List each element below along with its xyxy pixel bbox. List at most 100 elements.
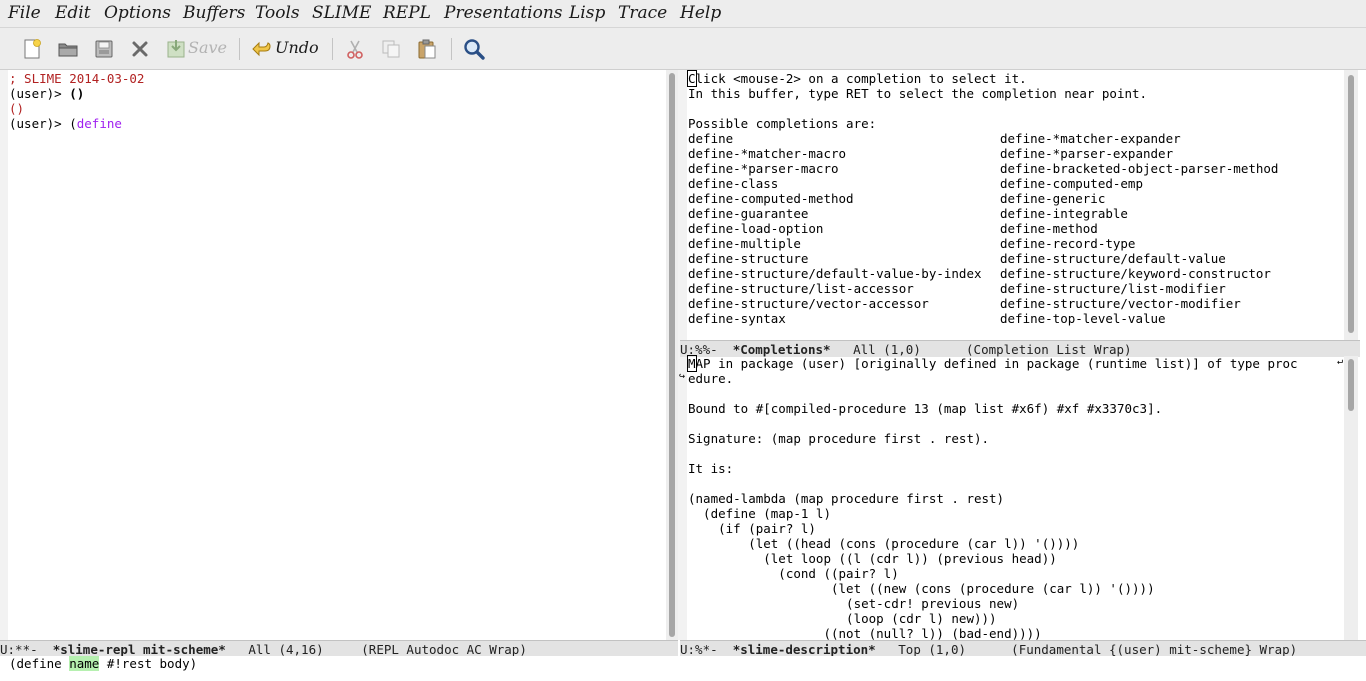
completion-item[interactable]: define-syntax: [688, 311, 1000, 326]
completion-row: define-structure define-structure/default…: [688, 251, 1338, 266]
modeline-modes[interactable]: (Completion List Wrap): [966, 342, 1132, 357]
completion-item[interactable]: define-multiple: [688, 236, 1000, 251]
completion-item[interactable]: define-structure/default-value: [1000, 251, 1226, 266]
modeline-buffer-name[interactable]: *slime-repl mit-scheme*: [53, 642, 226, 657]
completions-buffer[interactable]: Click <mouse-2> on a completion to selec…: [687, 70, 1338, 326]
completion-row: define-*parser-macro define-bracketed-obj…: [688, 161, 1338, 176]
save-icon: [167, 40, 185, 58]
repl-buffer[interactable]: ; SLIME 2014-03-02 (user)> () () (user)>…: [9, 71, 659, 131]
completions-scrollbar[interactable]: [1344, 70, 1358, 340]
completion-item[interactable]: define-structure/vector-accessor: [688, 296, 1000, 311]
code-line: (let ((new (cons (procedure (car l)) '()…: [688, 581, 1155, 596]
search-button[interactable]: [461, 36, 487, 62]
new-file-button[interactable]: [19, 36, 45, 62]
completion-item[interactable]: define-class: [688, 176, 1000, 191]
description-scrollbar-thumb[interactable]: [1348, 359, 1354, 411]
text-cursor: M: [687, 355, 697, 372]
autodoc-current-arg: name: [69, 656, 100, 671]
completion-item[interactable]: define-generic: [1000, 191, 1105, 206]
save-label[interactable]: Save: [188, 38, 227, 57]
completion-item[interactable]: define-structure/vector-modifier: [1000, 296, 1241, 311]
repl-result: (): [9, 101, 25, 116]
repl-banner: ; SLIME 2014-03-02: [9, 71, 145, 86]
completion-item[interactable]: define: [688, 131, 1000, 146]
save-button[interactable]: [163, 36, 189, 62]
completion-item[interactable]: define-*matcher-macro: [688, 146, 1000, 161]
completions-header: Click <mouse-2> on a completion to selec…: [687, 70, 1338, 87]
completion-item[interactable]: define-*parser-expander: [1000, 146, 1173, 161]
disk-icon: [95, 40, 113, 58]
completion-item[interactable]: define-top-level-value: [1000, 311, 1166, 326]
repl-input: (): [69, 86, 85, 101]
description-modeline[interactable]: U:%*- *slime-description* Top (1,0) (Fun…: [680, 640, 1366, 657]
completion-item[interactable]: define-bracketed-object-parser-method: [1000, 161, 1278, 176]
toolbar-separator: [239, 38, 240, 60]
copy-button[interactable]: [378, 36, 404, 62]
modeline-modes[interactable]: (Fundamental {(user) mit-scheme} Wrap): [1011, 642, 1297, 657]
repl-window[interactable]: [0, 70, 666, 640]
modeline-buffer-name[interactable]: *Completions*: [733, 342, 831, 357]
menu-slime[interactable]: SLIME: [312, 3, 371, 23]
completion-item[interactable]: define-load-option: [688, 221, 1000, 236]
code-line: (set-cdr! previous new): [688, 596, 1020, 611]
completion-item[interactable]: define-*parser-macro: [688, 161, 1000, 176]
close-buffer-button[interactable]: [127, 36, 153, 62]
modeline-buffer-name[interactable]: *slime-description*: [733, 642, 876, 657]
completions-scrollbar-thumb[interactable]: [1348, 75, 1354, 333]
menu-help[interactable]: Help: [680, 3, 721, 23]
completion-item[interactable]: define-guarantee: [688, 206, 1000, 221]
menu-repl[interactable]: REPL: [383, 3, 431, 23]
completion-item[interactable]: define-computed-emp: [1000, 176, 1143, 191]
autodoc-text: #!rest body): [99, 656, 198, 671]
completion-item[interactable]: define-structure/keyword-constructor: [1000, 266, 1271, 281]
completion-item[interactable]: define-structure/default-value-by-index: [688, 266, 1000, 281]
menu-buffers[interactable]: Buffers: [183, 3, 245, 23]
repl-scrollbar[interactable]: [666, 70, 678, 640]
open-file-button[interactable]: [55, 36, 81, 62]
modeline-modes[interactable]: (REPL Autodoc AC Wrap): [361, 642, 527, 657]
modeline-status: U:%%-: [680, 342, 718, 357]
menu-presentations[interactable]: Presentations: [444, 3, 563, 23]
repl-scrollbar-thumb[interactable]: [669, 73, 675, 637]
description-line: edure.: [688, 371, 734, 386]
save-file-button[interactable]: [91, 36, 117, 62]
completion-row: define-class define-computed-emp: [688, 176, 1338, 191]
undo-label[interactable]: Undo: [275, 38, 319, 57]
completion-item[interactable]: define-computed-method: [688, 191, 1000, 206]
menu-lisp[interactable]: Lisp: [569, 3, 605, 23]
description-scrollbar[interactable]: [1344, 356, 1358, 640]
menu-tools[interactable]: Tools: [255, 3, 300, 23]
completion-row: define-computed-method define-generic: [688, 191, 1338, 206]
description-buffer[interactable]: MAP in package (user) [originally define…: [687, 355, 1340, 641]
code-line: (let loop ((l (cdr l)) (previous head)): [688, 551, 1057, 566]
echo-area[interactable]: (define name #!rest body): [0, 656, 1366, 681]
undo-button[interactable]: [249, 36, 275, 62]
completion-item[interactable]: define-*matcher-expander: [1000, 131, 1181, 146]
repl-line[interactable]: (user)> (define: [9, 116, 659, 131]
paste-button[interactable]: [414, 36, 440, 62]
autodoc-line: (define name #!rest body): [9, 656, 197, 671]
completions-header-text: lick <mouse-2> on a completion to select…: [695, 71, 1027, 86]
code-line: ((not (null? l)) (bad-end)))): [688, 626, 1042, 641]
cut-button[interactable]: [342, 36, 368, 62]
completion-item[interactable]: define-structure/list-accessor: [688, 281, 1000, 296]
menu-file[interactable]: File: [8, 3, 41, 23]
code-line: (loop (cdr l) new))): [688, 611, 997, 626]
completions-modeline[interactable]: U:%%- *Completions* All (1,0) (Completio…: [680, 340, 1360, 357]
completion-row: define-guarantee define-integrable: [688, 206, 1338, 221]
menu-options[interactable]: Options: [104, 3, 171, 23]
menu-edit[interactable]: Edit: [55, 3, 91, 23]
completion-item[interactable]: define-method: [1000, 221, 1098, 236]
description-line: MAP in package (user) [originally define…: [687, 355, 1340, 372]
repl-prompt: (user)>: [9, 116, 70, 131]
repl-modeline[interactable]: U:**- *slime-repl mit-scheme* All (4,16)…: [0, 640, 678, 657]
completion-item[interactable]: define-structure: [688, 251, 1000, 266]
toolbar: Save Undo: [0, 28, 1366, 70]
completion-item[interactable]: define-record-type: [1000, 236, 1135, 251]
completion-item[interactable]: define-structure/list-modifier: [1000, 281, 1226, 296]
completion-row: define-structure/vector-accessor define-s…: [688, 296, 1338, 311]
completion-item[interactable]: define-integrable: [1000, 206, 1128, 221]
menu-trace[interactable]: Trace: [618, 3, 667, 23]
